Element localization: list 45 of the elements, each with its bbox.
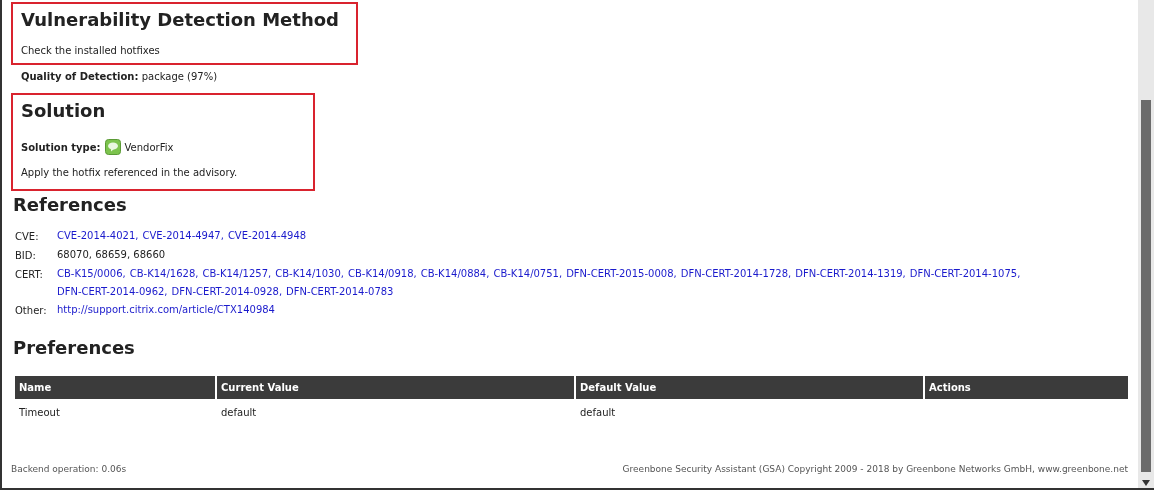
column-header: Actions xyxy=(925,376,1128,399)
column-header: Name xyxy=(15,376,215,399)
reference-link[interactable]: DFN-CERT-2014-1319, xyxy=(795,265,906,283)
reference-link[interactable]: CB-K15/0006, xyxy=(57,265,126,283)
reference-link[interactable]: CB-K14/0884, xyxy=(420,265,490,283)
detection-text: Check the installed hotfixes xyxy=(21,44,161,58)
solution-type-label: Solution type: xyxy=(21,140,101,155)
reference-link[interactable]: CB-K14/1257, xyxy=(202,265,272,283)
reference-link[interactable]: CB-K14/0918, xyxy=(347,265,417,283)
reference-link[interactable]: DFN-CERT-2014-0928, xyxy=(171,283,283,301)
copyright-text: Greenbone Security Assistant (GSA) Copyright 2009 - 2018 by Greenbone Networks GmbH, www.greenbone.net xyxy=(622,462,1128,476)
scrollbar[interactable] xyxy=(1138,0,1154,488)
section-heading: Preferences xyxy=(13,336,136,360)
reference-link[interactable]: DFN-CERT-2014-1075, xyxy=(909,265,1021,283)
scrollbar-thumb[interactable] xyxy=(1141,100,1151,472)
chat-bubble-icon xyxy=(104,139,121,155)
reference-link[interactable]: CB-K14/0751, xyxy=(493,265,563,283)
reference-link[interactable]: DFN-CERT-2014-1728, xyxy=(680,265,792,283)
reference-link[interactable]: CB-K14/1030, xyxy=(275,265,344,283)
reference-link[interactable]: CVE-2014-4947, xyxy=(142,227,224,245)
reference-label: BID: xyxy=(15,249,37,263)
reference-link[interactable]: http://support.citrix.com/article/CTX140984 xyxy=(57,301,275,319)
section-heading: Vulnerability Detection Method xyxy=(21,8,340,32)
reference-link[interactable]: CVE-2014-4948 xyxy=(227,227,307,245)
reference-link[interactable]: DFN-CERT-2014-0783 xyxy=(286,283,394,301)
section-heading: References xyxy=(13,193,128,217)
section-heading: Solution xyxy=(21,99,107,123)
reference-label: CERT: xyxy=(15,268,44,282)
solution-type-value: VendorFix xyxy=(124,140,174,155)
column-header: Current Value xyxy=(217,376,574,399)
table-cell-text: default xyxy=(220,406,258,420)
scroll-down-icon[interactable] xyxy=(1142,480,1150,486)
backend-time: Backend operation: 0.06s xyxy=(11,462,127,476)
column-header: Default Value xyxy=(576,376,923,399)
reference-link[interactable]: CB-K14/1628, xyxy=(129,265,199,283)
solution-text: Apply the hotfix referenced in the advisory. xyxy=(21,166,239,180)
reference-text: 68070, 68659, 68660 xyxy=(57,249,166,260)
table-cell-text: default xyxy=(579,406,617,420)
table-cell-text: Timeout xyxy=(18,406,61,420)
reference-label: Other: xyxy=(15,304,48,318)
reference-link[interactable]: DFN-CERT-2015-0008, xyxy=(566,265,677,283)
reference-link[interactable]: DFN-CERT-2014-0962, xyxy=(57,283,168,301)
quality-text: Quality of Detection: package (97%) xyxy=(21,70,219,84)
reference-link[interactable]: CVE-2014-4021, xyxy=(57,227,139,245)
reference-label: CVE: xyxy=(15,230,40,244)
